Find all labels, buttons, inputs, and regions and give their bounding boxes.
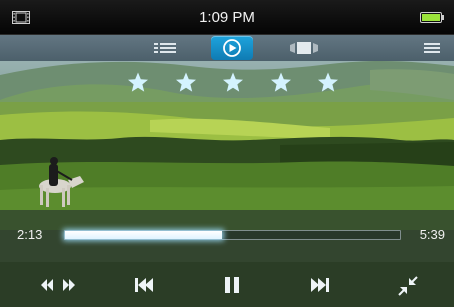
- rating-star-2[interactable]: [175, 72, 197, 93]
- now-playing-icon: [223, 39, 241, 57]
- coverflow-icon: [290, 42, 318, 54]
- menu-button[interactable]: [420, 36, 444, 60]
- previous-icon: [135, 278, 153, 292]
- star-icon: [176, 72, 196, 92]
- rating-star-4[interactable]: [270, 72, 292, 93]
- star-icon: [128, 72, 148, 92]
- list-view-icon: [154, 43, 176, 53]
- progress-bar-area: 2:13 5:39: [0, 210, 454, 262]
- coverflow-button[interactable]: [288, 36, 320, 60]
- clock-time: 1:09 PM: [199, 9, 255, 26]
- total-time: 5:39: [419, 227, 445, 242]
- pause-icon: [225, 277, 239, 293]
- battery-icon: [420, 12, 444, 23]
- status-bar: 1:09 PM: [0, 0, 454, 35]
- star-icon: [318, 72, 338, 92]
- progress-fill: [65, 231, 223, 239]
- list-view-button[interactable]: [152, 36, 180, 60]
- seek-icon: [41, 279, 75, 291]
- seek-button[interactable]: [38, 274, 78, 296]
- star-icon: [223, 72, 243, 92]
- exit-fullscreen-button[interactable]: [396, 275, 420, 297]
- pause-button[interactable]: [222, 274, 242, 296]
- transport-controls: [0, 262, 454, 307]
- shrink-icon: [398, 276, 418, 296]
- now-playing-button[interactable]: [211, 36, 253, 60]
- view-mode-bar: [0, 35, 454, 61]
- next-button[interactable]: [307, 274, 331, 296]
- next-icon: [311, 278, 329, 292]
- video-player-screen: 1:09 PM 2:13 5:39: [0, 0, 454, 307]
- rating-bar: [0, 61, 454, 102]
- star-icon: [271, 72, 291, 92]
- previous-button[interactable]: [133, 274, 157, 296]
- progress-slider[interactable]: [64, 230, 401, 240]
- rating-star-5[interactable]: [317, 72, 339, 93]
- rating-star-1[interactable]: [127, 72, 149, 93]
- rating-star-3[interactable]: [222, 72, 244, 93]
- elapsed-time: 2:13: [17, 227, 43, 242]
- menu-icon: [424, 43, 440, 53]
